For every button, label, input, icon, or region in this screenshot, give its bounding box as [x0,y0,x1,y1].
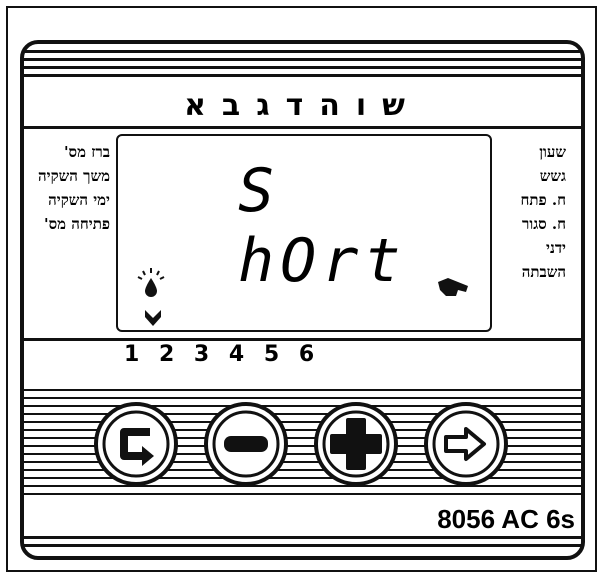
station-pointer-arrow-icon [145,310,161,326]
irrigation-controller: שוהדגבא ברז מס' משך השקיה ימי השקיה פתיח… [20,40,585,560]
cycle-button[interactable] [94,402,178,486]
right-label: שעון [539,143,566,161]
plus-button[interactable] [314,402,398,486]
left-label: ימי השקיה [48,191,110,209]
top-stripe [24,74,581,77]
water-drop-icon [137,268,165,297]
bottom-stripe [24,536,581,539]
bottom-stripe [24,544,581,547]
title-divider [24,126,581,129]
right-label: ידני [546,239,566,257]
minus-button-icon [224,436,268,452]
manual-hand-icon [438,278,468,296]
lcd-display: S hOrt [116,134,492,332]
right-label: השבתה [521,263,566,281]
station-numbers: 1 2 3 4 5 6 [124,342,321,367]
minus-button[interactable] [204,402,288,486]
lcd-message: S hOrt [238,156,407,296]
device-title: שוהדגבא [184,88,421,123]
top-stripe [24,66,581,69]
right-label: ח. סגור [521,215,566,233]
left-label: ברז מס' [63,143,110,161]
model-number: 8056 AC 6s [437,504,575,534]
right-labels: שעון גשש ח. פתח ח. סגור ידני השבתה [496,140,566,284]
top-stripe [24,58,581,61]
next-button[interactable] [424,402,508,486]
right-label: גשש [539,167,566,185]
display-divider [24,338,581,341]
right-label: ח. פתח [520,191,566,209]
left-labels: ברז מס' משך השקיה ימי השקיה פתיחה מס' [26,140,110,236]
top-stripe [24,50,581,53]
left-label: משך השקיה [38,167,110,185]
left-label: פתיחה מס' [44,215,110,233]
